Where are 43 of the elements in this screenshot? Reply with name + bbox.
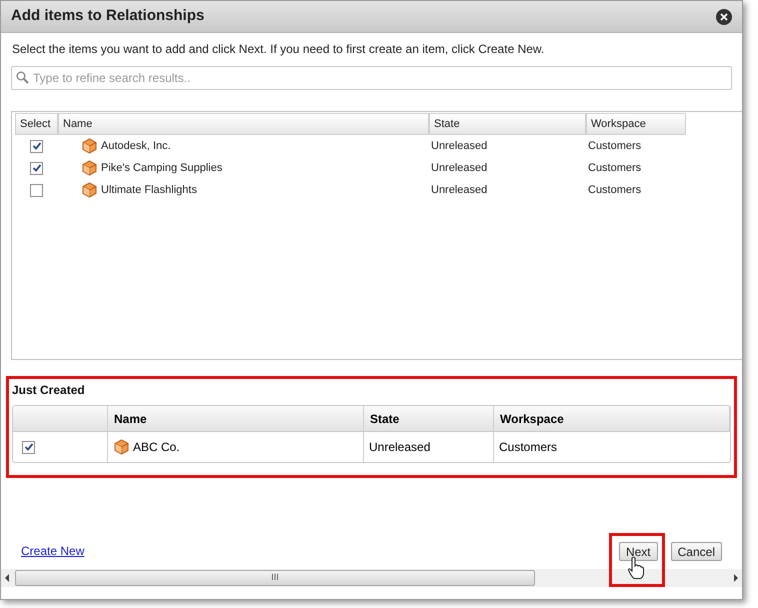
hand-cursor-icon	[627, 556, 645, 580]
table-cell-text: Customers	[499, 439, 558, 456]
table-cell: Unreleased	[431, 184, 488, 196]
window-title: Add items to Relationships	[11, 6, 204, 26]
table-cell-text: Ultimate Flashlights	[101, 182, 197, 198]
cancel-button[interactable]: Cancel	[670, 542, 722, 560]
next-button[interactable]: Next	[618, 542, 658, 560]
highlight-frame	[609, 533, 665, 587]
close-icon[interactable]	[716, 8, 732, 24]
right-arrow-icon[interactable]	[734, 574, 738, 582]
left-arrow-icon[interactable]	[5, 574, 9, 582]
table-cell: Customers	[588, 140, 642, 152]
instructions: Select the items you want to add and click Next. If you need to first create an item, click Create New.	[12, 41, 546, 58]
grip: III	[271, 571, 279, 584]
column-header[interactable]: Select	[15, 113, 58, 135]
horizontal-scrollbar[interactable]: III	[1, 569, 742, 587]
table-cell: Unreleased	[431, 162, 488, 174]
checkbox[interactable]	[22, 440, 35, 454]
box-icon	[82, 138, 97, 154]
table-cell-text: Autodesk, Inc.	[101, 138, 171, 154]
column-header[interactable]: Workspace	[494, 406, 730, 431]
table-cell: Customers	[588, 184, 642, 196]
section-title: Just Created	[12, 382, 86, 399]
table-cell-text: ABC Co.	[133, 439, 180, 456]
box-icon	[82, 160, 97, 176]
column-header[interactable]: State	[429, 113, 586, 135]
box-icon	[114, 439, 129, 455]
search-icon	[16, 71, 29, 84]
table-cell: Unreleased	[431, 140, 488, 152]
create-new-link[interactable]: Create New	[21, 542, 84, 560]
column-header[interactable]: Workspace	[586, 113, 686, 135]
checkbox[interactable]	[30, 162, 43, 174]
column-header[interactable]: Name	[108, 406, 364, 431]
scrollbar-thumb[interactable]: III	[15, 570, 535, 586]
checkbox[interactable]	[30, 140, 43, 152]
box-icon	[82, 182, 97, 198]
table-cell-text: Pike's Camping Supplies	[101, 160, 222, 176]
column-header[interactable]: Name	[58, 113, 429, 135]
column-header[interactable]: State	[364, 406, 494, 431]
table-cell: Customers	[588, 162, 642, 174]
checkbox[interactable]	[30, 184, 43, 196]
table-cell-text: Unreleased	[369, 439, 430, 456]
search-field[interactable]: Type to refine search results..	[11, 66, 732, 90]
